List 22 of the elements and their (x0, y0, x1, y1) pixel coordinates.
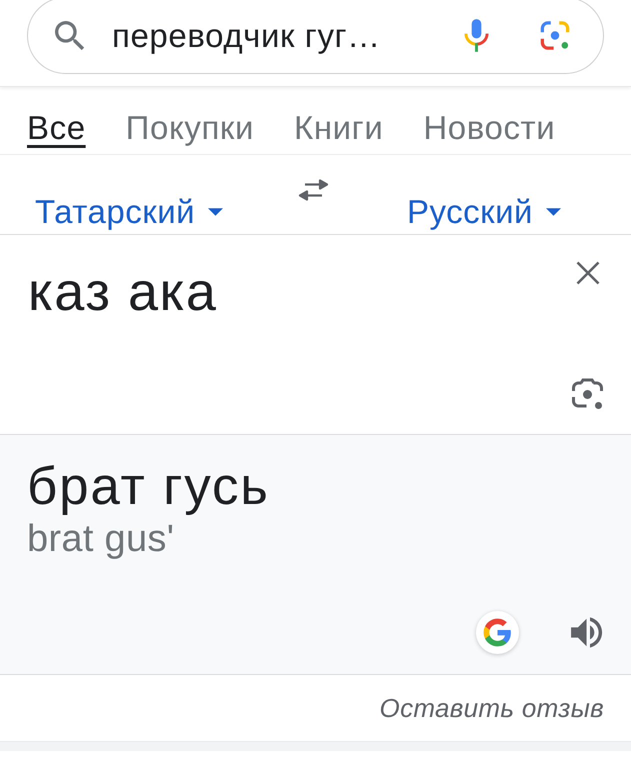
tab[interactable]: Все (27, 108, 86, 148)
tab[interactable]: Новости (423, 108, 556, 148)
caret-icon (208, 208, 224, 216)
caret-icon (546, 208, 561, 216)
search-icon (55, 20, 85, 50)
close-icon[interactable] (576, 261, 600, 285)
search-query: переводчик гуг… (112, 16, 381, 56)
google-logo-icon[interactable] (476, 611, 519, 654)
translation-text: брат гусь (27, 456, 271, 517)
camera-lens-icon[interactable] (571, 378, 604, 411)
search-field[interactable]: переводчик гуг… (27, 0, 604, 74)
tab[interactable]: Покупки (126, 108, 254, 148)
target-language-dropdown[interactable]: Русский (407, 192, 561, 232)
feedback-link[interactable]: Оставить отзыв (380, 688, 604, 728)
transliteration-text: brat gus' (27, 517, 176, 561)
speaker-icon[interactable] (570, 617, 604, 648)
microphone-icon[interactable] (464, 19, 489, 52)
tab[interactable]: Книги (294, 108, 384, 148)
source-text-input[interactable]: каз ака (28, 235, 571, 434)
source-language-dropdown[interactable]: Татарский (35, 192, 224, 232)
camera-lens-icon[interactable] (540, 21, 570, 50)
swap-arrows-icon[interactable] (298, 179, 329, 201)
